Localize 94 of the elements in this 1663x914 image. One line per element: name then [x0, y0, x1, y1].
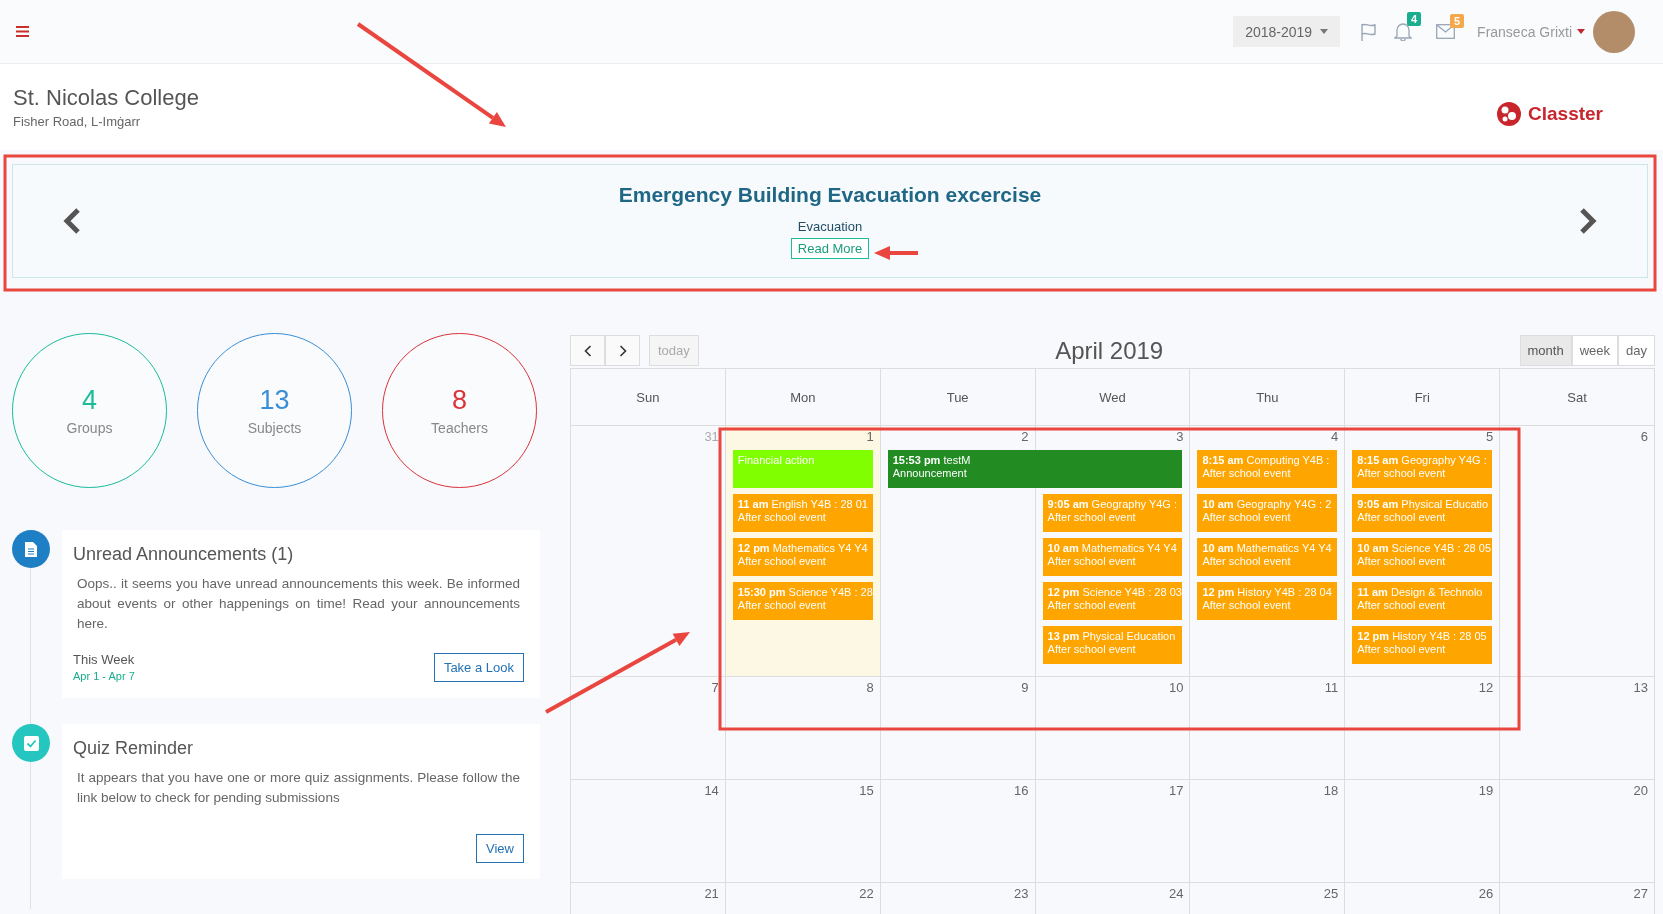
calendar-event[interactable]: 9:05 am Geography Y4G : After school event	[1042, 494, 1183, 532]
day-number: 3	[1176, 429, 1184, 444]
stat-value: 4	[82, 385, 97, 416]
chevron-right-icon	[618, 344, 627, 357]
bell-icon[interactable]	[1394, 22, 1413, 41]
calendar-event[interactable]: 12 pm History Y4B : 28 04 After school event	[1197, 582, 1338, 620]
day-number: 6	[1640, 429, 1648, 444]
day-number: 19	[1478, 783, 1494, 798]
next-icon[interactable]	[1579, 208, 1597, 234]
day-number: 4	[1331, 429, 1339, 444]
day-number: 23	[1014, 886, 1029, 901]
card-text: Oops.. it seems you have unread announcements this week. Be informed about events or other happenings on time! Read your announcements here.	[76, 575, 521, 633]
card-text: It appears that you have one or more quiz assignments. Please follow the link below to check for pending submissions	[76, 769, 521, 807]
announcement-category: Evacuation	[797, 219, 863, 234]
caret-icon	[1320, 29, 1329, 34]
stat-label: Teachers	[431, 420, 488, 436]
card-title: Unread Announcements (1)	[73, 544, 295, 565]
calendar-event[interactable]: 15:53 pm testM Announcement	[887, 450, 1183, 488]
calendar-event[interactable]: 9:05 am Physical Educatio After school event	[1352, 494, 1493, 532]
weekday-header: Thu	[1190, 369, 1346, 426]
period-label: This Week	[73, 652, 135, 667]
school-name: St. Nicolas College	[13, 85, 199, 111]
day-number: 7	[711, 680, 719, 695]
calendar-event[interactable]: 10 am Mathematics Y4 Y4 After school event	[1197, 538, 1338, 576]
period-dates: Apr 1 - Apr 7	[73, 670, 135, 682]
calendar-event[interactable]: 11 am English Y4B : 28 01 After school event	[732, 494, 873, 532]
card-title: Quiz Reminder	[73, 738, 195, 759]
announcement-title: Emergency Building Evacuation excercise	[618, 183, 1042, 207]
stat-label: Subjects	[247, 420, 302, 436]
calendar-event[interactable]: 12 pm Mathematics Y4 Y4 After school event	[732, 538, 873, 576]
day-number: 5	[1485, 429, 1494, 444]
today-cell[interactable]: 1 Financial action 11 am English Y4B : 28 01 After school event 12 pm Mathematics Y4 Y4 After school event 15:30 pm Science Y4B : 28 After school event	[725, 426, 881, 677]
day-number: 20	[1633, 783, 1648, 798]
card-action-button[interactable]: Take a Look	[433, 653, 524, 682]
weekday-header: Wed	[1035, 369, 1191, 426]
calendar-event[interactable]: Financial action	[732, 450, 873, 488]
calendar-title: April 2019	[1054, 336, 1165, 365]
day-number: 27	[1633, 886, 1648, 901]
calendar-event[interactable]: 8:15 am Geography Y4G : After school event	[1352, 450, 1493, 488]
day-number: 31	[704, 429, 719, 444]
user-name[interactable]: Franseca Grixti	[1477, 23, 1572, 40]
day-number: 9	[1021, 680, 1029, 695]
school-address: Fisher Road, L-Imġarr	[13, 114, 142, 129]
calendar-event[interactable]: 12 pm History Y4B : 28 05 After school event	[1352, 626, 1493, 664]
mail-icon[interactable]	[1436, 24, 1456, 39]
day-number: 26	[1478, 886, 1494, 901]
calendar-event[interactable]: 10 am Science Y4B : 28 05 After school event	[1352, 538, 1493, 576]
calendar-event[interactable]: 11 am Design & Technolo After school event	[1352, 582, 1493, 620]
previous-icon[interactable]	[63, 208, 81, 234]
calendar-event[interactable]: 12 pm Science Y4B : 28 03 After school event	[1042, 582, 1183, 620]
day-number: 24	[1168, 886, 1184, 901]
calendar-event[interactable]: 8:15 am Computing Y4B : After school event	[1197, 450, 1338, 488]
view-tab[interactable]: week	[1571, 335, 1619, 366]
calendar-event[interactable]: 10 am Geography Y4G : 2 After school event	[1197, 494, 1338, 532]
day-number: 21	[704, 886, 719, 901]
day-number: 2	[1021, 429, 1029, 444]
card-action-button[interactable]: View	[476, 834, 524, 863]
day-number: 17	[1168, 783, 1184, 798]
day-number: 10	[1168, 680, 1184, 695]
stat-value: 8	[452, 385, 467, 416]
logo-icon	[1496, 101, 1522, 127]
calendar-event[interactable]: 15:30 pm Science Y4B : 28 After school event	[732, 582, 873, 620]
calendar-event[interactable]: 13 pm Physical Education After school event	[1042, 626, 1183, 664]
day-number: 15	[859, 783, 874, 798]
stat-value: 13	[259, 385, 290, 416]
day-number: 8	[866, 680, 874, 695]
calendar-event[interactable]: 10 am Mathematics Y4 Y4 After school event	[1042, 538, 1183, 576]
day-number: 25	[1323, 886, 1339, 901]
day-number: 1	[866, 429, 874, 444]
day-number: 16	[1014, 783, 1029, 798]
weekday-header: Sun	[571, 369, 726, 426]
view-tab[interactable]: month	[1519, 335, 1572, 366]
view-tab[interactable]: day	[1618, 335, 1655, 366]
weekday-header: Sat	[1500, 369, 1655, 426]
day-number: 12	[1478, 680, 1494, 695]
school-year-dropdown[interactable]: 2018-2019	[1233, 16, 1341, 47]
avatar-photo[interactable]	[1593, 10, 1635, 53]
day-number: 18	[1323, 783, 1339, 798]
stat-label: Groups	[66, 420, 113, 436]
flag-icon[interactable]	[1360, 22, 1379, 41]
day-number: 13	[1633, 680, 1648, 695]
chevron-left-icon	[583, 344, 592, 357]
day-number: 14	[704, 783, 719, 798]
day-number: 22	[859, 886, 874, 901]
message-badge: 5	[1449, 14, 1465, 28]
annotation-arrow	[874, 246, 918, 260]
weekday-header: Fri	[1345, 369, 1501, 426]
logo-text: Classter	[1528, 103, 1603, 125]
read-more-button[interactable]: Read More	[790, 238, 870, 259]
weekday-header: Tue	[880, 369, 1036, 426]
notification-badge: 4	[1406, 12, 1422, 26]
menu-icon[interactable]	[16, 26, 29, 37]
caret-icon[interactable]	[1577, 29, 1585, 34]
day-number: 11	[1324, 680, 1339, 695]
